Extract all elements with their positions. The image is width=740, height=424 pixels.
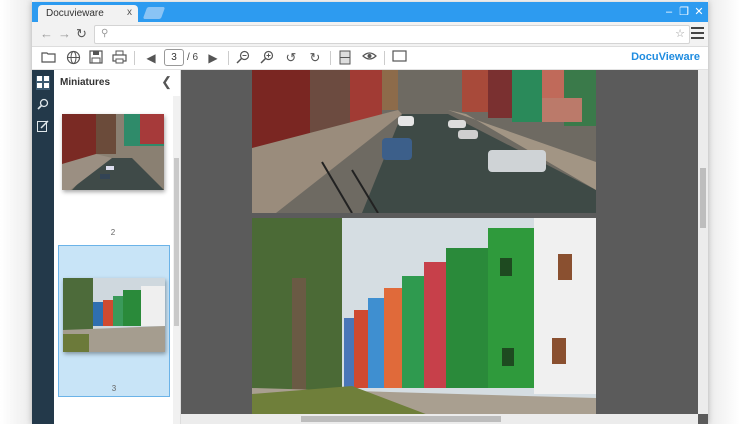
url-input[interactable]: ⚲ ☆	[94, 25, 690, 44]
docuvieware-logo: DocuVieware	[631, 51, 700, 63]
reload-button[interactable]: ↻	[76, 26, 87, 42]
annotate-edit-icon[interactable]	[36, 120, 50, 134]
thumbnail-scrollbar[interactable]	[173, 96, 180, 424]
document-page-3	[252, 218, 596, 424]
zoom-out-icon[interactable]	[234, 50, 252, 66]
document-page-2	[252, 70, 596, 213]
document-vertical-scrollbar[interactable]	[698, 70, 708, 414]
search-icon[interactable]	[36, 98, 50, 112]
browser-tab[interactable]: Docuvieware x	[38, 5, 138, 22]
document-viewport[interactable]	[181, 70, 708, 424]
thumbnail-page-3[interactable]: 3	[58, 245, 170, 397]
rotate-right-icon[interactable]: ↻	[306, 50, 324, 66]
panel-title: Miniatures	[60, 77, 111, 88]
minimize-button[interactable]: –	[662, 5, 676, 19]
close-window-button[interactable]: ✕	[692, 5, 706, 19]
side-rail	[32, 70, 54, 424]
thumbnails-grid-icon[interactable]	[36, 76, 50, 90]
search-icon: ⚲	[101, 28, 109, 39]
back-button[interactable]: ←	[40, 26, 53, 42]
bookmark-star-icon[interactable]: ☆	[675, 27, 685, 40]
thumbnail-scroll-thumb[interactable]	[174, 158, 179, 326]
forward-button[interactable]: →	[58, 26, 71, 42]
title-bar: Docuvieware x – ❐ ✕	[32, 2, 708, 22]
arrow-left-icon[interactable]: ◀	[142, 50, 160, 66]
zoom-in-icon[interactable]	[258, 50, 276, 66]
address-bar: ← → ↻ ⚲ ☆	[32, 22, 708, 47]
page-shadow-right	[708, 0, 740, 424]
vertical-scroll-thumb[interactable]	[700, 168, 706, 228]
fit-page-icon[interactable]	[336, 50, 354, 66]
thumbnail-image	[63, 278, 165, 352]
thumbnail-panel: Miniatures ❮ 2 3	[54, 70, 181, 424]
tab-close-button[interactable]: x	[127, 7, 132, 18]
viewer-toolbar: ◀ 3 / 6 ▶ ↺ ↻ DocuVieware	[32, 47, 708, 70]
new-tab-button[interactable]	[142, 7, 166, 19]
thumbnail-page-2[interactable]: 2	[58, 98, 168, 248]
arrow-right-icon[interactable]: ▶	[204, 50, 222, 66]
thumbnail-label: 3	[111, 384, 117, 393]
page-3-photo	[252, 218, 596, 424]
floppy-icon[interactable]	[87, 50, 105, 66]
browser-menu-button[interactable]	[691, 27, 704, 39]
eye-icon[interactable]	[360, 50, 378, 66]
thumbnail-label: 2	[110, 228, 116, 237]
page-2-photo	[252, 70, 596, 213]
printer-icon[interactable]	[110, 50, 128, 66]
rectangle-icon[interactable]	[390, 50, 408, 66]
collapse-panel-button[interactable]: ❮	[161, 74, 172, 90]
globe-icon[interactable]	[64, 50, 82, 66]
tab-title: Docuvieware	[46, 8, 104, 19]
folder-open-icon[interactable]	[40, 50, 58, 66]
horizontal-scroll-thumb[interactable]	[301, 416, 501, 422]
document-horizontal-scrollbar[interactable]	[181, 414, 698, 424]
page-total: / 6	[187, 52, 199, 63]
restore-button[interactable]: ❐	[677, 5, 691, 19]
page-shadow-left	[0, 0, 32, 424]
rotate-left-icon[interactable]: ↺	[282, 50, 300, 66]
page-number-input[interactable]: 3	[164, 49, 184, 66]
thumbnail-image	[62, 114, 164, 190]
browser-window: Docuvieware x – ❐ ✕ ← → ↻ ⚲ ☆ ◀ 3 / 6 ▶ …	[32, 2, 708, 424]
